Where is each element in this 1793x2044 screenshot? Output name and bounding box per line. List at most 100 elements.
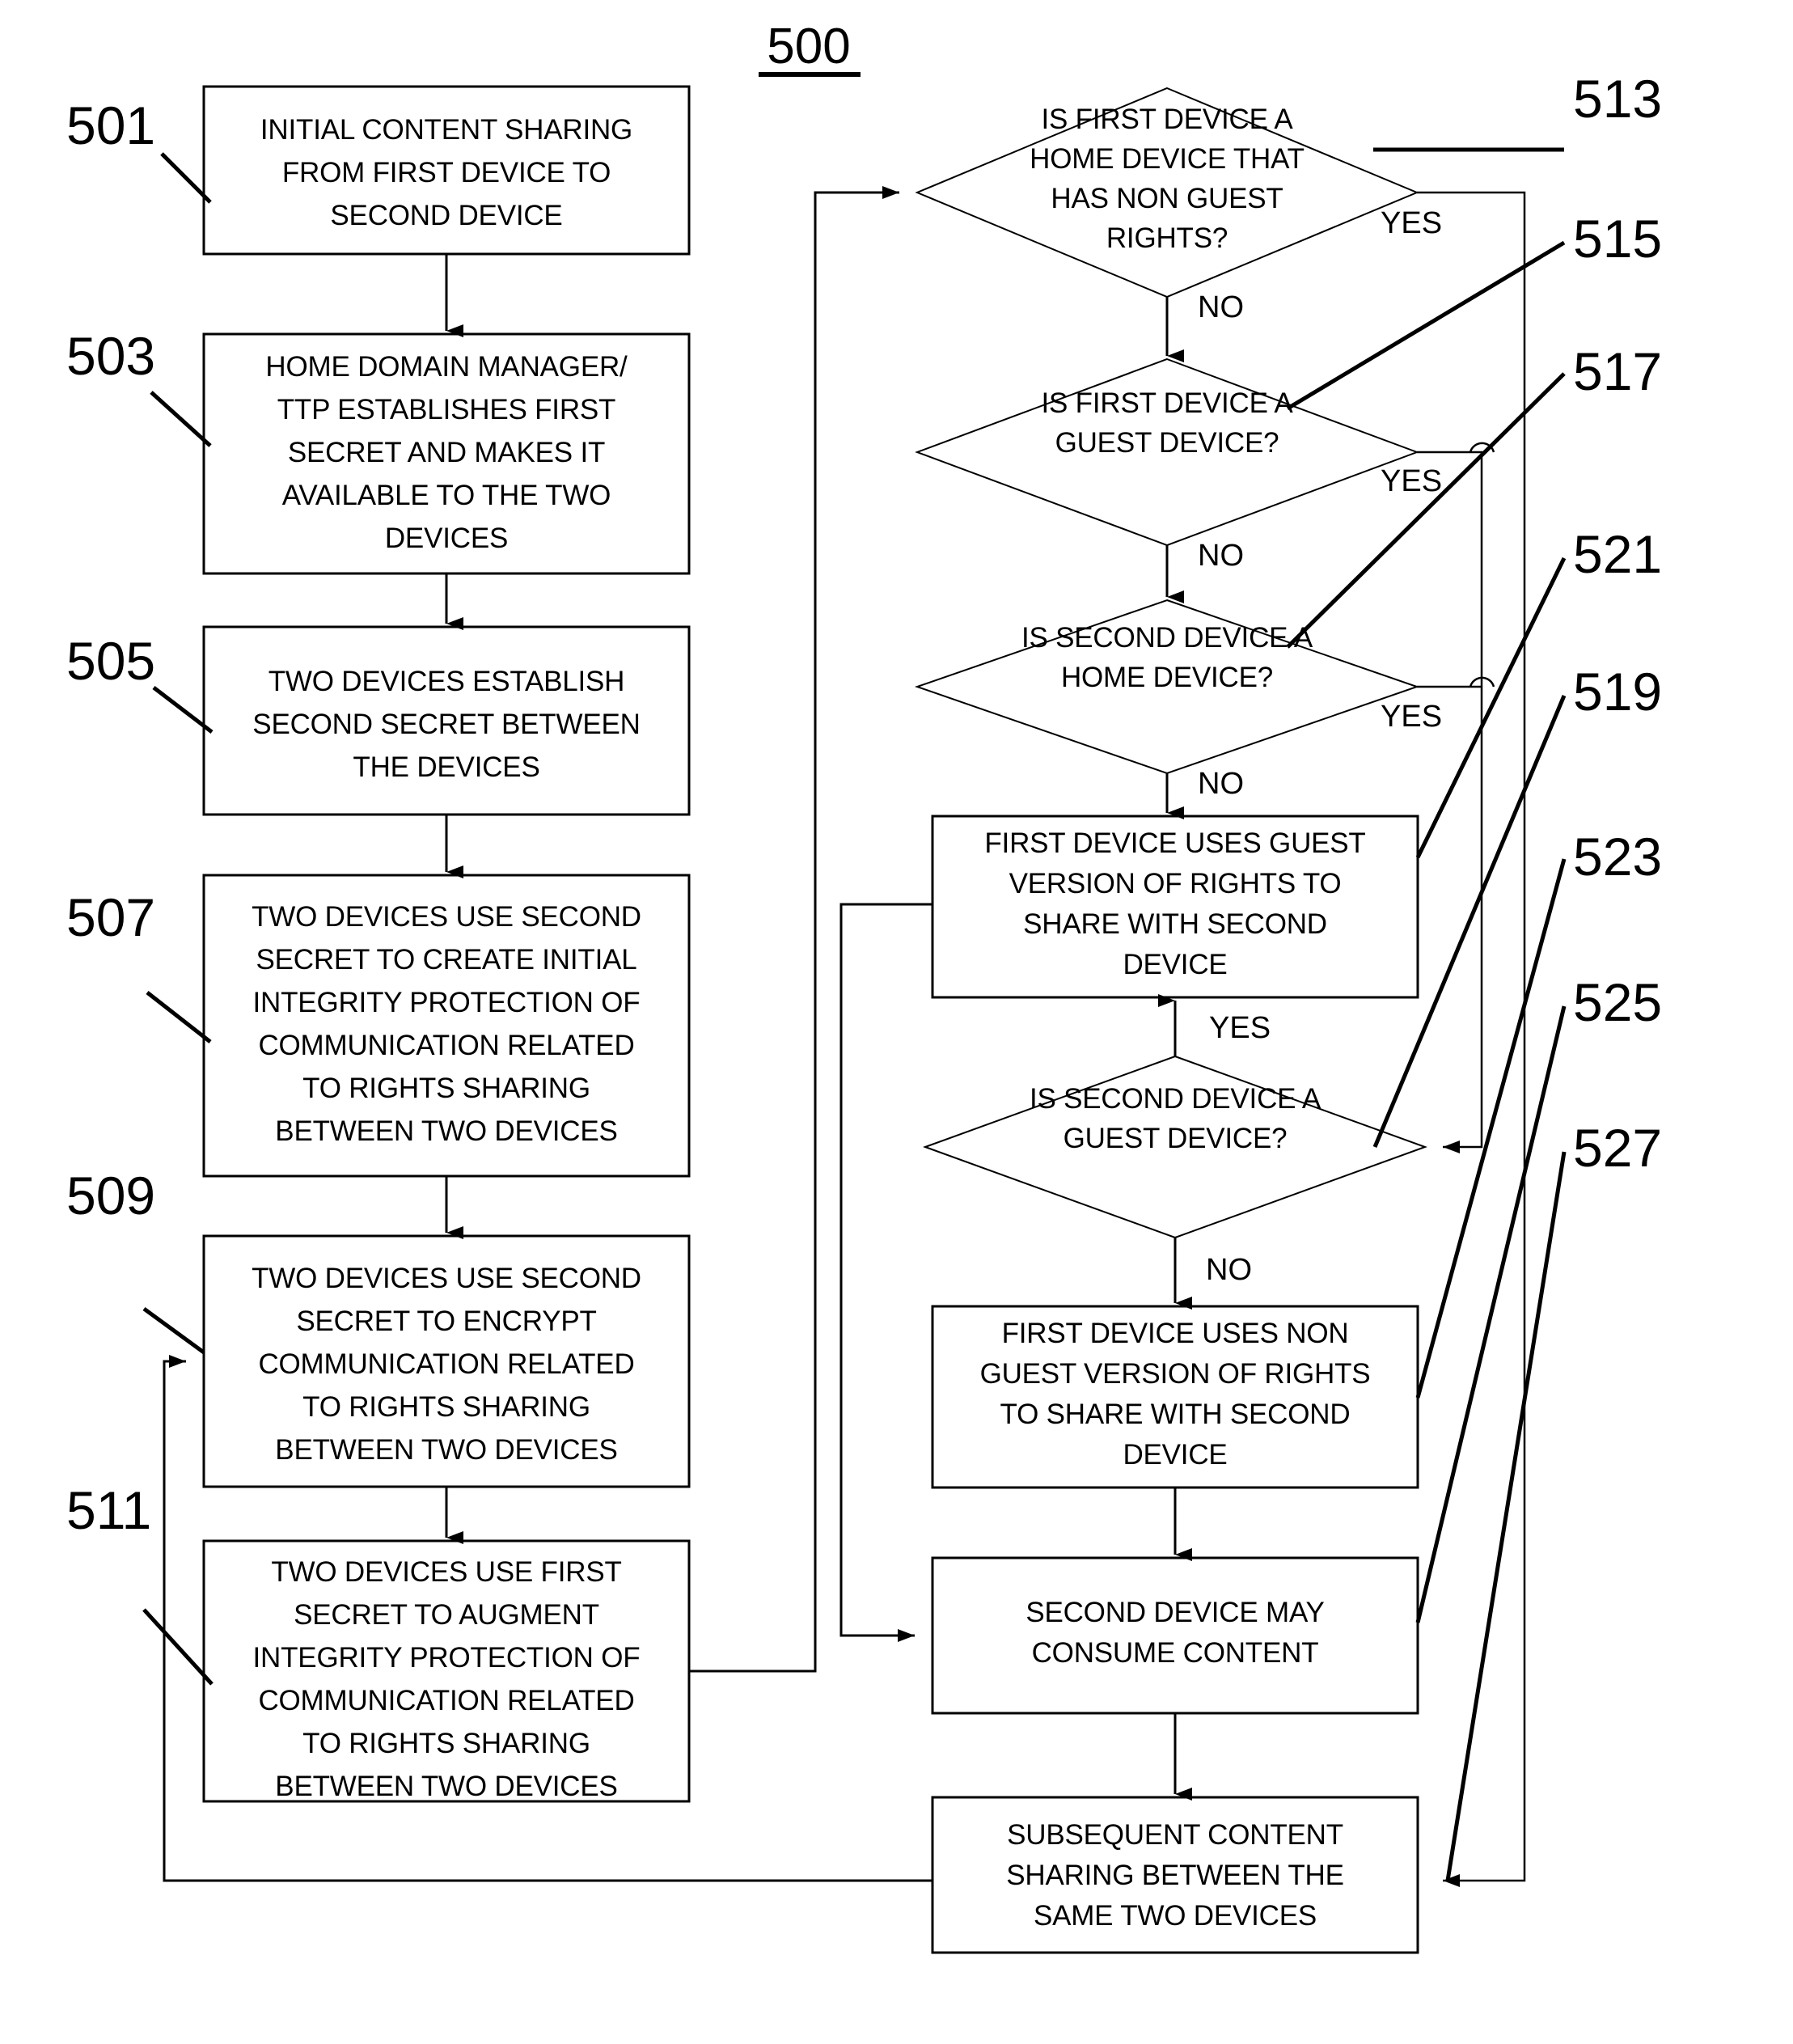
node-513-line-0: IS FIRST DEVICE A [1041,104,1293,135]
ref-505: 505 [66,631,214,734]
ref-517: 517 [1286,341,1662,649]
ref-523-label: 523 [1573,827,1662,887]
node-501-line-2: SECOND DEVICE [330,200,562,231]
label-513-no: NO [1198,290,1244,324]
ref-507-label: 507 [66,887,155,947]
ref-503-leader [150,391,212,447]
node-511-line-1: SECRET TO AUGMENT [294,1599,599,1631]
node-523-line-1: GUEST VERSION OF RIGHTS [980,1358,1371,1390]
node-507-line-0: TWO DEVICES USE SECOND [252,901,641,933]
node-527: SUBSEQUENT CONTENT SHARING BETWEEN THE S… [931,1796,1419,1954]
node-501: INITIAL CONTENT SHARING FROM FIRST DEVIC… [202,85,691,256]
ref-517-leader [1286,372,1566,649]
label-517-yes: YES [1381,700,1442,734]
node-503-line-0: HOME DOMAIN MANAGER/ [265,351,628,383]
node-525-line-1: CONSUME CONTENT [1032,1637,1319,1669]
flowchart-canvas: 500 INITIAL CONTENT SHARING FROM FIRST D… [66,19,1662,1954]
node-513-line-1: HOME DEVICE THAT [1030,143,1305,175]
node-511-line-4: TO RIGHTS SHARING [302,1728,590,1759]
node-515-line-1: GUEST DEVICE? [1055,427,1279,459]
node-509-line-1: SECRET TO ENCRYPT [296,1306,596,1337]
label-513-yes: YES [1381,206,1442,240]
node-511-line-3: COMMUNICATION RELATED [258,1685,634,1716]
node-513-line-2: HAS NON GUEST [1051,183,1283,214]
ref-507: 507 [66,887,212,1043]
node-507: TWO DEVICES USE SECOND SECRET TO CREATE … [202,874,691,1178]
node-503-line-1: TTP ESTABLISHES FIRST [277,394,615,425]
ref-509-label: 509 [66,1166,155,1225]
edge-513-yes-to-527 [1417,191,1526,1887]
node-505-line-2: THE DEVICES [353,751,539,783]
node-517-line-0: IS SECOND DEVICE A [1021,622,1313,654]
ref-519-label: 519 [1573,662,1662,722]
ref-511: 511 [66,1480,214,1686]
ref-515-leader [1286,240,1566,411]
node-507-line-5: BETWEEN TWO DEVICES [275,1115,617,1147]
node-525-line-0: SECOND DEVICE MAY [1025,1597,1324,1628]
node-521-line-1: VERSION OF RIGHTS TO [1009,868,1342,899]
label-519-yes: YES [1209,1011,1271,1045]
node-507-line-1: SECRET TO CREATE INITIAL [256,944,636,975]
node-507-line-3: COMMUNICATION RELATED [258,1030,634,1061]
node-505-line-1: SECOND SECRET BETWEEN [252,709,640,740]
node-509-line-0: TWO DEVICES USE SECOND [252,1263,641,1294]
node-507-line-4: TO RIGHTS SHARING [302,1073,590,1104]
node-527-line-1: SHARING BETWEEN THE [1006,1860,1344,1891]
ref-503: 503 [66,326,212,447]
node-527-line-2: SAME TWO DEVICES [1034,1900,1317,1932]
ref-501-label: 501 [66,95,155,155]
ref-527-label: 527 [1573,1118,1662,1178]
node-517: IS SECOND DEVICE A HOME DEVICE? [914,599,1420,775]
node-523-line-0: FIRST DEVICE USES NON [1002,1318,1349,1349]
node-505: TWO DEVICES ESTABLISH SECOND SECRET BETW… [202,625,691,816]
patent-flowchart-figure: 500 INITIAL CONTENT SHARING FROM FIRST D… [0,0,1793,2044]
node-507-line-2: INTEGRITY PROTECTION OF [253,987,641,1018]
ref-527: 527 [1445,1118,1662,1881]
node-521-line-3: DEVICE [1123,949,1227,980]
label-519-no: NO [1206,1253,1252,1287]
node-523-line-3: DEVICE [1123,1439,1227,1471]
node-509-line-4: BETWEEN TWO DEVICES [275,1434,617,1466]
node-519-line-1: GUEST DEVICE? [1064,1123,1288,1154]
ref-515-label: 515 [1573,209,1662,269]
label-515-no: NO [1198,539,1244,573]
node-521-line-2: SHARE WITH SECOND [1023,908,1327,940]
edge-521-to-525 [839,903,932,1642]
node-503-line-4: DEVICES [385,523,508,554]
node-521: FIRST DEVICE USES GUEST VERSION OF RIGHT… [931,815,1419,999]
node-523-line-2: TO SHARE WITH SECOND [1000,1399,1351,1430]
ref-501: 501 [66,95,212,204]
figure-number-label: 500 [767,19,850,74]
ref-511-label: 511 [66,1480,151,1540]
figure-number: 500 [759,19,861,77]
node-509-line-2: COMMUNICATION RELATED [258,1348,634,1380]
node-517-line-1: HOME DEVICE? [1061,662,1273,693]
node-511: TWO DEVICES USE FIRST SECRET TO AUGMENT … [202,1539,691,1803]
node-511-line-0: TWO DEVICES USE FIRST [271,1556,621,1588]
ref-517-label: 517 [1573,341,1662,401]
node-515: IS FIRST DEVICE A GUEST DEVICE? [915,358,1419,547]
node-515-line-0: IS FIRST DEVICE A [1041,387,1293,419]
node-519-line-0: IS SECOND DEVICE A [1030,1083,1321,1115]
ref-511-leader [142,1608,214,1686]
node-509: TWO DEVICES USE SECOND SECRET TO ENCRYPT… [202,1234,691,1488]
node-519: IS SECOND DEVICE A GUEST DEVICE? [923,1055,1427,1239]
label-517-no: NO [1198,767,1244,801]
edge-511-to-513 [689,186,899,1673]
ref-527-leader [1445,1151,1567,1881]
ref-525-label: 525 [1573,972,1662,1032]
node-511-line-5: BETWEEN TWO DEVICES [275,1771,617,1802]
label-515-yes: YES [1381,464,1442,498]
node-513-line-3: RIGHTS? [1106,222,1228,254]
node-509-line-3: TO RIGHTS SHARING [302,1391,590,1423]
node-527-line-0: SUBSEQUENT CONTENT [1007,1819,1343,1851]
node-513: IS FIRST DEVICE A HOME DEVICE THAT HAS N… [915,87,1419,298]
ref-509: 509 [66,1166,205,1355]
node-525-rect [931,1556,1419,1715]
ref-513-label: 513 [1573,69,1662,129]
node-501-line-1: FROM FIRST DEVICE TO [282,157,611,188]
ref-521-label: 521 [1573,524,1662,584]
ref-503-label: 503 [66,326,155,386]
node-505-line-0: TWO DEVICES ESTABLISH [269,666,625,697]
node-521-line-0: FIRST DEVICE USES GUEST [984,827,1365,859]
